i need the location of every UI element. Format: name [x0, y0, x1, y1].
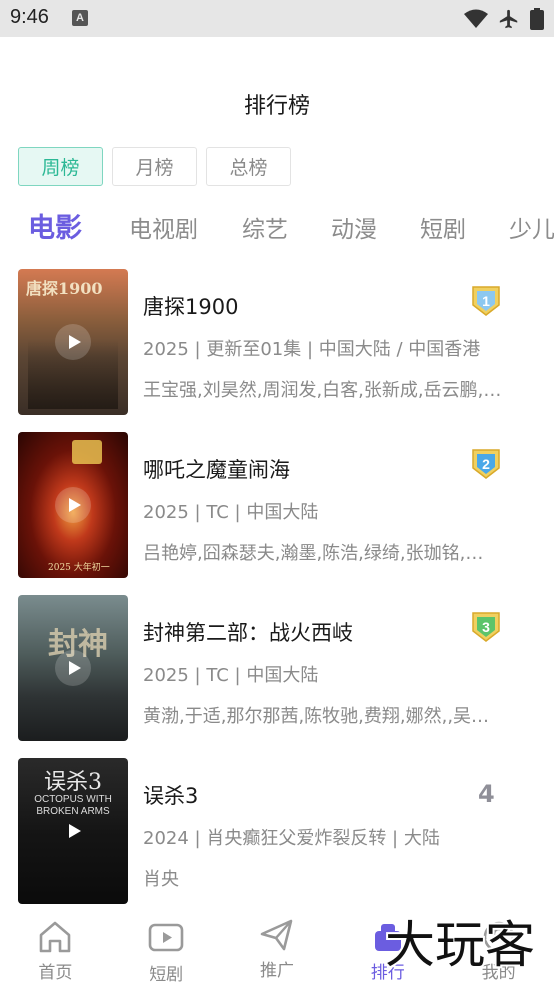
tab-variety[interactable]: 综艺 [242, 211, 288, 249]
page-title: 排行榜 [243, 94, 310, 119]
movie-poster[interactable]: 封神 [18, 595, 128, 741]
play-icon[interactable] [55, 324, 91, 360]
movie-cast: 黄渤,于适,那尔那茜,陈牧驰,费翔,娜然,,吴… [143, 706, 490, 727]
tab-tv-series[interactable]: 电视剧 [129, 211, 198, 249]
rank-badge-gold-icon: 1 [472, 286, 500, 316]
tab-anime[interactable]: 动漫 [331, 211, 377, 249]
poster-logo [72, 440, 102, 464]
movie-title: 哪吒之魔童闹海 [143, 458, 290, 482]
status-bar: 9:46 A [0, 0, 554, 37]
play-icon[interactable] [55, 650, 91, 686]
poster-title-text: 唐探1900 [26, 279, 103, 298]
ranking-item[interactable]: 2025 大年初一 哪吒之魔童闹海 2025 | TC | 中国大陆 吕艳婷,囧… [18, 432, 538, 578]
airplane-icon [499, 9, 518, 29]
movie-poster[interactable]: 2025 大年初一 [18, 432, 128, 578]
movie-title: 封神第二部：战火西岐 [143, 621, 353, 645]
tab-kids[interactable]: 少儿 [509, 211, 554, 249]
tab-short-drama[interactable]: 短剧 [420, 211, 466, 249]
home-icon [40, 921, 71, 953]
rank-number-2: 2 [482, 456, 490, 472]
watermark-text: 大玩客 [385, 916, 535, 974]
nav-home-label: 首页 [38, 963, 73, 983]
movie-meta: 2024 | 肖央癫狂父爱炸裂反转 | 大陆 [143, 828, 440, 849]
category-tabs: 电影 电视剧 综艺 动漫 短剧 少儿 [0, 210, 554, 250]
ranking-item[interactable]: 唐探1900 唐探1900 2025 | 更新至01集 | 中国大陆 / 中国香… [18, 269, 538, 415]
tab-movies[interactable]: 电影 [28, 210, 82, 248]
status-icons [464, 8, 544, 30]
tab-weekly[interactable]: 周榜 [18, 147, 103, 186]
movie-meta: 2025 | 更新至01集 | 中国大陆 / 中国香港 [143, 339, 481, 360]
status-time: 9:46 [10, 6, 49, 28]
paper-plane-icon [260, 919, 293, 951]
rank-number-1: 1 [482, 293, 490, 309]
battery-icon [530, 8, 544, 30]
movie-title: 误杀3 [143, 784, 199, 808]
movie-cast: 肖央 [143, 869, 179, 890]
ranking-item[interactable]: 误杀3 OCTOPUS WITH BROKEN ARMS 误杀3 2024 | … [18, 758, 538, 904]
tab-all-time[interactable]: 总榜 [206, 147, 291, 186]
tab-monthly[interactable]: 月榜 [112, 147, 197, 186]
rank-number-4: 4 [478, 780, 495, 808]
nav-home[interactable]: 首页 [0, 908, 111, 984]
play-icon[interactable] [55, 813, 91, 849]
movie-meta: 2025 | TC | 中国大陆 [143, 502, 319, 523]
movie-cast: 王宝强,刘昊然,周润发,白客,张新成,岳云鹏,… [143, 380, 502, 401]
movie-title: 唐探1900 [143, 295, 239, 319]
wifi-icon [464, 9, 488, 28]
movie-poster[interactable]: 误杀3 OCTOPUS WITH BROKEN ARMS [18, 758, 128, 904]
movie-meta: 2025 | TC | 中国大陆 [143, 665, 319, 686]
period-tabs: 周榜 月榜 总榜 [18, 147, 291, 186]
poster-title-text: 误杀3 [44, 770, 102, 795]
movie-cast: 吕艳婷,囧森瑟夫,瀚墨,陈浩,绿绮,张珈铭,… [143, 543, 484, 564]
video-play-icon [148, 923, 184, 952]
rank-number-3: 3 [482, 619, 490, 635]
ranking-item[interactable]: 封神 封神第二部：战火西岐 2025 | TC | 中国大陆 黄渤,于适,那尔那… [18, 595, 538, 741]
rank-badge-green-icon: 3 [472, 612, 500, 642]
watermark-logo: 大玩客 [383, 914, 537, 974]
nav-promote[interactable]: 推广 [222, 908, 333, 984]
nav-promote-label: 推广 [259, 961, 294, 981]
nav-short-drama-label: 短剧 [149, 965, 184, 984]
rank-badge-blue-icon: 2 [472, 449, 500, 479]
nav-short-drama[interactable]: 短剧 [111, 908, 222, 984]
notification-icon: A [72, 10, 88, 26]
poster-date-text: 2025 大年初一 [48, 563, 110, 573]
play-icon[interactable] [55, 487, 91, 523]
movie-poster[interactable]: 唐探1900 [18, 269, 128, 415]
